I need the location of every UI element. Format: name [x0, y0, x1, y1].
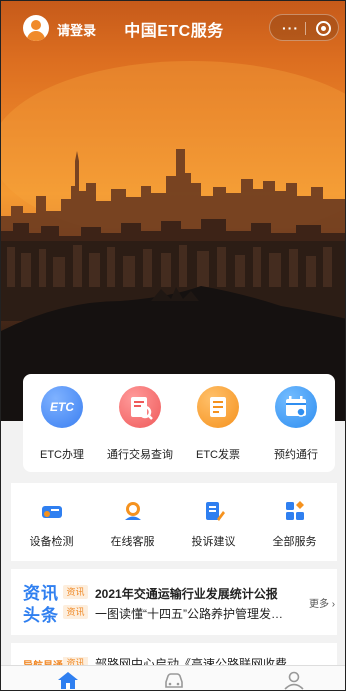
hero-banner: 请登录 中国ETC服务 ··· — [1, 1, 345, 421]
news-tag: 资讯 — [63, 585, 88, 599]
service-label: 设备检测 — [29, 536, 74, 548]
service-label: 预约通行 — [274, 449, 318, 461]
service-complaint[interactable]: 投诉建议 — [173, 483, 254, 561]
secondary-services-row: 设备检测 在线客服 投诉建议 全部服务 — [11, 483, 337, 561]
capsule-divider — [305, 22, 306, 35]
customer-service-icon — [125, 502, 141, 520]
more-menu-icon[interactable]: ··· — [282, 20, 299, 36]
city-skyline-image — [1, 61, 345, 421]
service-label: 通行交易查询 — [107, 449, 173, 461]
service-reserve-pass[interactable]: 预约通行 — [257, 374, 335, 472]
news-item[interactable]: 一图读懂“十四五”公路养护管理发… — [95, 605, 291, 622]
invoice-icon — [197, 386, 239, 428]
more-link[interactable]: 更多 › — [309, 595, 335, 610]
service-online-support[interactable]: 在线客服 — [92, 483, 173, 561]
home-icon[interactable] — [56, 670, 80, 690]
calendar-icon — [275, 386, 317, 428]
etc-card-icon: ETC — [41, 386, 83, 428]
service-label: 在线客服 — [110, 536, 155, 548]
news-headlines: 资讯 头条 资讯 2021年交通运输行业发展统计公报 资讯 一图读懂“十四五”公… — [11, 569, 337, 635]
service-label: ETC发票 — [196, 449, 240, 461]
app-frame: 请登录 中国ETC服务 ··· ETC ETC办理 通行交易查询 ETC发票 预… — [0, 0, 346, 691]
main-services-card: ETC ETC办理 通行交易查询 ETC发票 预约通行 — [23, 374, 335, 472]
service-etc-apply[interactable]: ETC ETC办理 — [23, 374, 101, 472]
service-label: 投诉建议 — [191, 536, 236, 548]
etc-badge-text: ETC — [50, 400, 74, 414]
service-transaction-query[interactable]: 通行交易查询 — [101, 374, 179, 472]
miniprogram-capsule: ··· — [269, 14, 339, 41]
service-label: ETC办理 — [40, 449, 84, 461]
complaint-icon — [206, 502, 225, 521]
top-bar: 请登录 中国ETC服务 ··· — [1, 1, 345, 55]
all-services-icon — [286, 501, 304, 520]
news-tag: 资讯 — [63, 605, 88, 619]
news-item[interactable]: 2021年交通运输行业发展统计公报 — [95, 585, 291, 602]
close-miniprogram-icon[interactable] — [316, 21, 331, 36]
transaction-search-icon — [119, 386, 161, 428]
service-label: 全部服务 — [272, 536, 317, 548]
news-logo-line2: 头条 — [23, 606, 59, 625]
profile-icon[interactable] — [282, 670, 306, 690]
car-icon[interactable] — [162, 670, 186, 690]
device-check-icon — [42, 506, 62, 518]
service-etc-invoice[interactable]: ETC发票 — [179, 374, 257, 472]
service-all[interactable]: 全部服务 — [254, 483, 335, 561]
bottom-tab-bar — [1, 665, 345, 690]
service-device-check[interactable]: 设备检测 — [11, 483, 92, 561]
